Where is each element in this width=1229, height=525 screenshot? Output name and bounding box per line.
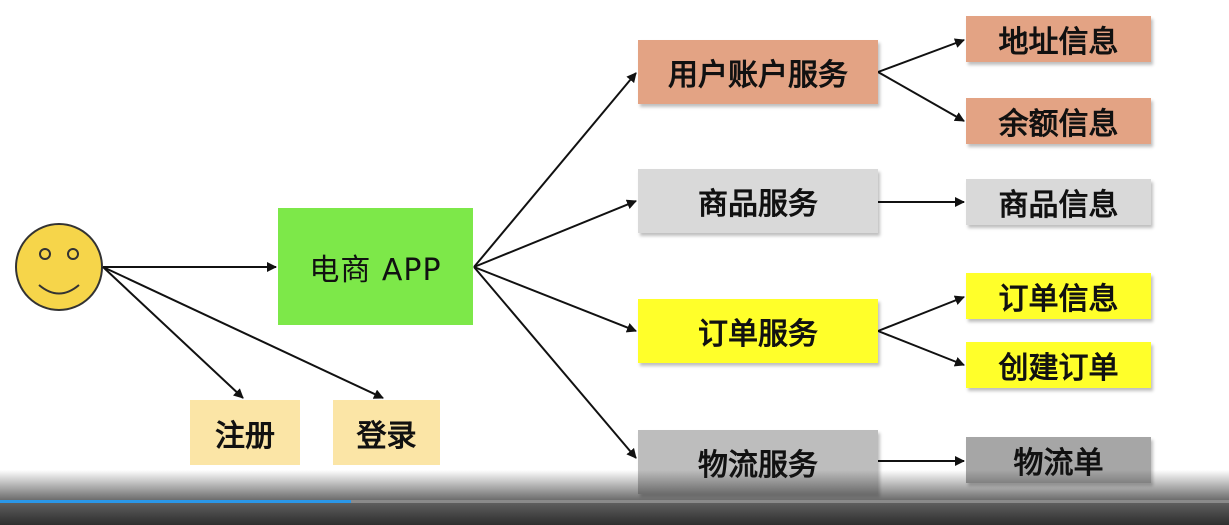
balance-info-label: 余额信息 (998, 107, 1119, 142)
address-info-node: 地址信息 (966, 16, 1151, 62)
address-info-label: 地址信息 (998, 25, 1119, 60)
arrow-app-to-account (473, 72, 637, 268)
arrow-user-to-register (102, 266, 244, 399)
arrow-app-to-goods (473, 199, 637, 268)
goods-service-label: 商品服务 (698, 187, 818, 222)
login-node-label: 登录 (356, 418, 417, 454)
register-node-label: 注册 (215, 418, 275, 454)
account-service-label: 用户账户服务 (668, 58, 848, 93)
app-node-label: 电商 APP (309, 252, 442, 288)
login-node: 登录 (333, 400, 440, 465)
balance-info-node: 余额信息 (966, 98, 1151, 144)
arrow-order-to-create (877, 330, 965, 367)
app-node: 电商 APP (278, 208, 473, 325)
create-order-label: 创建订单 (998, 351, 1119, 386)
register-node: 注册 (190, 400, 300, 465)
arrow-order-to-info (877, 295, 965, 332)
order-info-label: 订单信息 (998, 282, 1119, 317)
arrow-app-to-order (473, 266, 637, 333)
arrow-account-to-balance (877, 71, 965, 122)
smiley-face (15, 223, 103, 311)
order-service-node: 订单服务 (638, 299, 878, 363)
progress-bar[interactable] (0, 500, 1229, 503)
goods-info-label: 商品信息 (998, 188, 1119, 223)
order-info-node: 订单信息 (966, 273, 1151, 319)
progress-fill (0, 500, 352, 503)
video-control-bar (0, 470, 1229, 525)
goods-service-node: 商品服务 (638, 169, 878, 233)
arrow-account-to-address (877, 38, 965, 73)
order-service-label: 订单服务 (698, 317, 818, 352)
create-order-node: 创建订单 (966, 342, 1151, 388)
goods-info-node: 商品信息 (966, 179, 1151, 225)
user-smiley-icon (15, 223, 103, 311)
account-service-node: 用户账户服务 (638, 40, 878, 104)
arrow-app-to-logistics (473, 266, 637, 459)
